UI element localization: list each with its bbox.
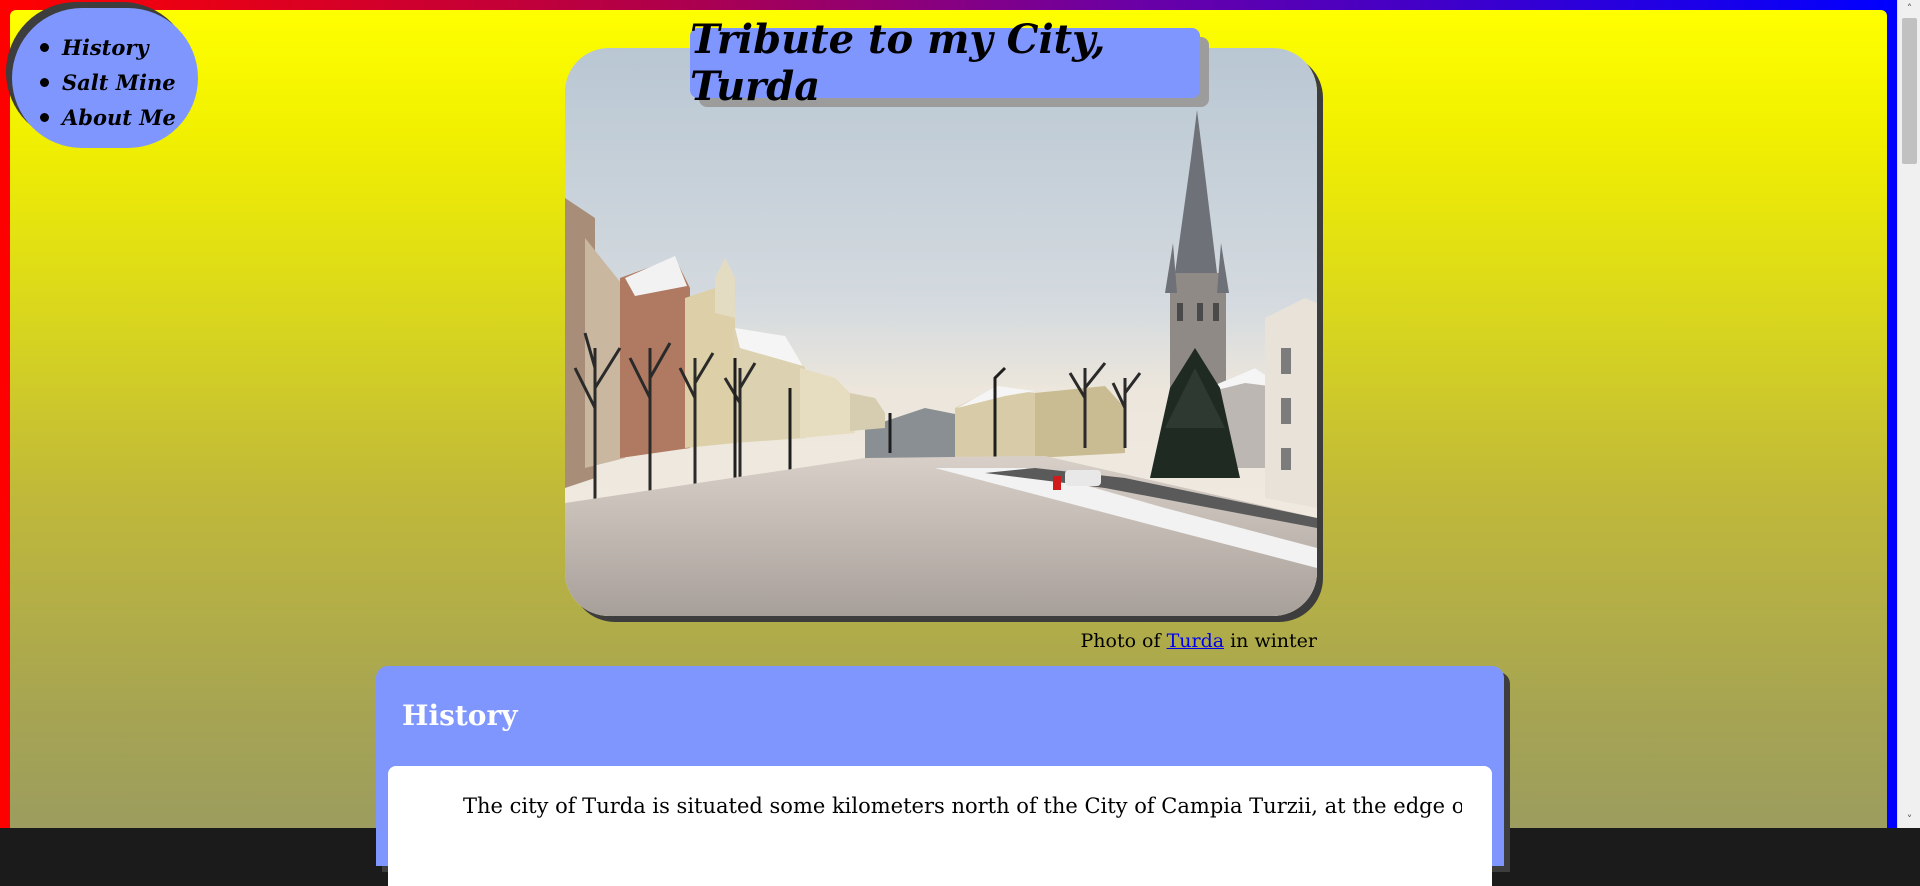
scroll-thumb[interactable] xyxy=(1902,18,1917,164)
nav-item-label[interactable]: History xyxy=(62,35,149,60)
turda-winter-photo xyxy=(565,48,1317,616)
page-title: Tribute to my City, Turda xyxy=(690,16,1106,110)
history-body: The city of Turda is situated some kilom… xyxy=(388,766,1492,886)
bullet-icon xyxy=(40,113,49,122)
caption-suffix: in winter xyxy=(1224,630,1317,652)
caption-prefix: Photo of xyxy=(1080,630,1167,652)
chevron-up-icon[interactable]: ˄ xyxy=(1898,0,1920,17)
chevron-down-icon[interactable]: ˅ xyxy=(1898,811,1920,828)
history-heading: History xyxy=(402,699,518,732)
turda-link[interactable]: Turda xyxy=(1167,630,1224,652)
history-section: History The city of Turda is situated so… xyxy=(376,666,1504,886)
photo-caption: Photo of Turda in winter xyxy=(565,630,1317,652)
nav-menu: History Salt Mine About Me xyxy=(12,8,198,148)
nav-list: History Salt Mine About Me xyxy=(40,30,176,135)
bullet-icon xyxy=(40,43,49,52)
vertical-scrollbar[interactable]: ˄ ˅ xyxy=(1897,0,1920,828)
history-paragraph: The city of Turda is situated some kilom… xyxy=(463,794,1462,818)
title-box: Tribute to my City, Turda xyxy=(690,16,1200,110)
nav-item-salt-mine[interactable]: Salt Mine xyxy=(40,65,176,100)
nav-item-history[interactable]: History xyxy=(40,30,176,65)
nav-item-label[interactable]: About Me xyxy=(62,105,176,130)
bullet-icon xyxy=(40,78,49,87)
nav-item-about-me[interactable]: About Me xyxy=(40,100,176,135)
nav-item-label[interactable]: Salt Mine xyxy=(62,70,176,95)
